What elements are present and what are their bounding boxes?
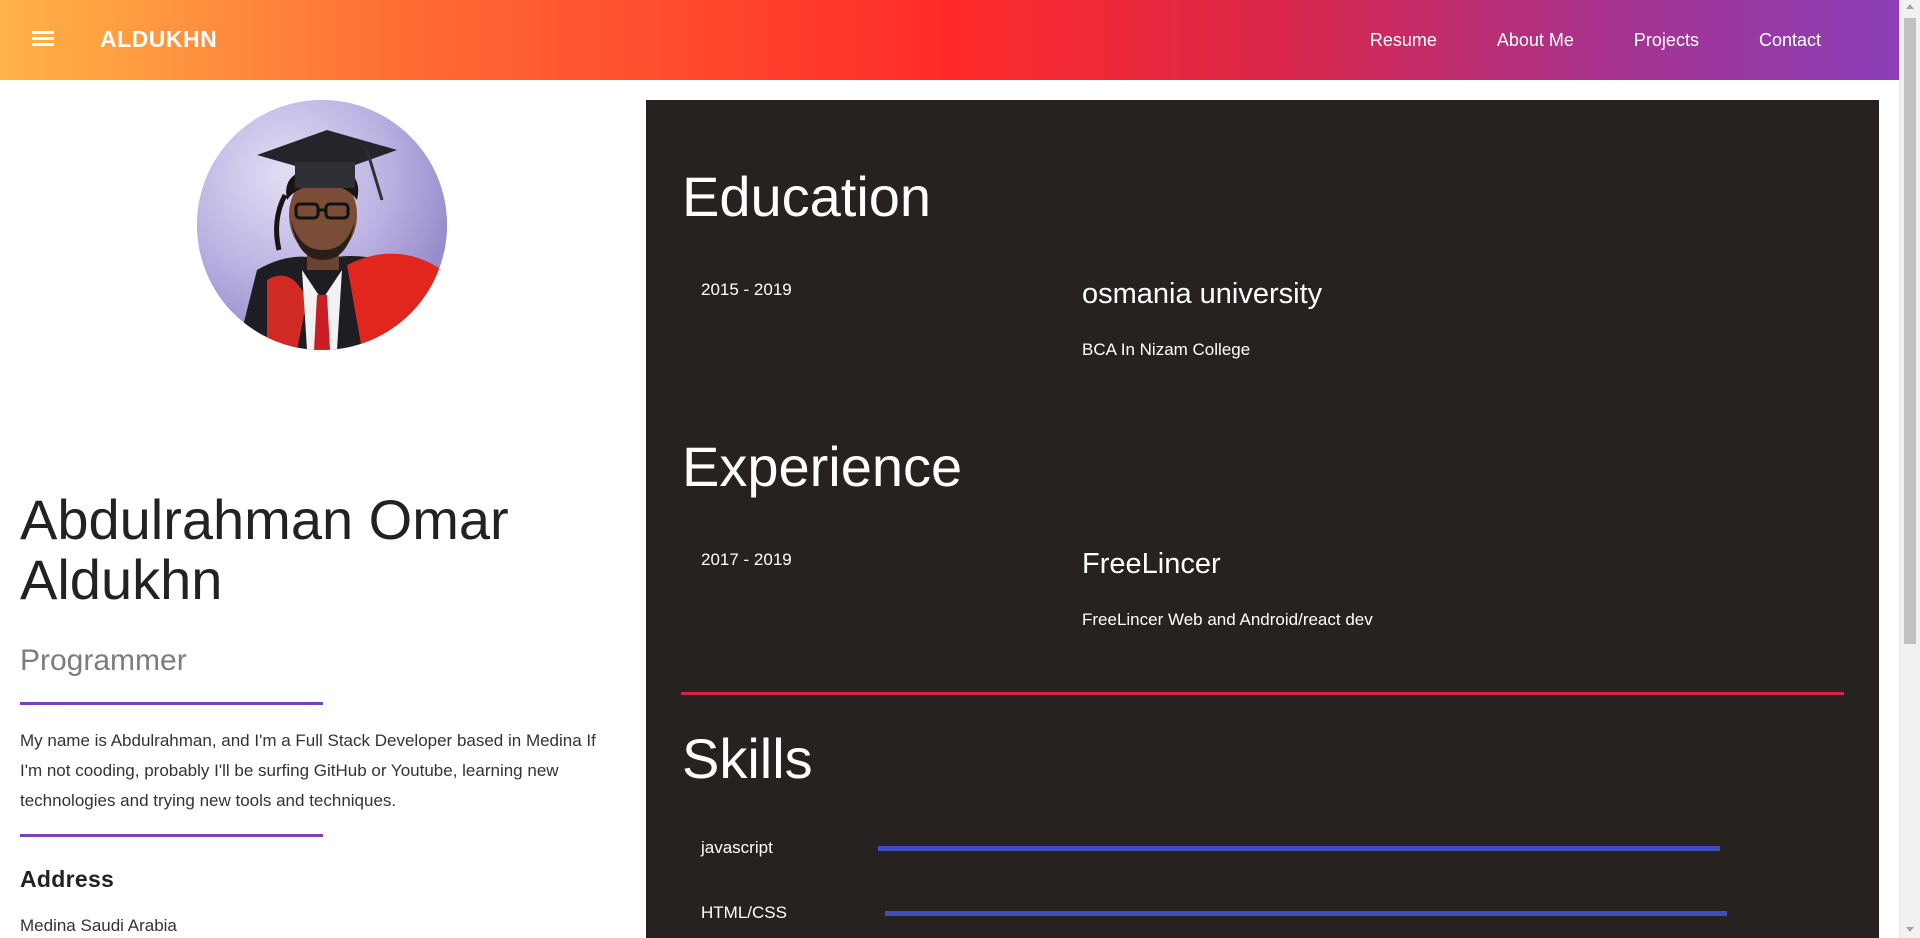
scroll-down-arrow-icon[interactable]: [1906, 927, 1914, 932]
experience-org: FreeLincer: [1082, 548, 1221, 580]
profile-bio: My name is Abdulrahman, and I'm a Full S…: [20, 731, 596, 810]
skill-bar-javascript: [878, 846, 1720, 851]
skill-bar-html-css: [885, 911, 1727, 916]
skill-label-html-css: HTML/CSS: [701, 903, 787, 922]
experience-date: 2017 - 2019: [701, 550, 792, 569]
hamburger-menu-icon[interactable]: [32, 28, 56, 52]
education-heading: Education: [682, 165, 932, 228]
education-date: 2015 - 2019: [701, 280, 792, 299]
address-heading: Address: [20, 866, 115, 892]
skill-label-javascript: javascript: [701, 838, 773, 857]
scroll-up-arrow-icon[interactable]: [1906, 4, 1914, 9]
top-nav: Resume About Me Projects Contact: [1310, 0, 1821, 80]
nav-resume[interactable]: Resume: [1370, 30, 1437, 51]
nav-projects[interactable]: Projects: [1634, 30, 1699, 51]
accent-divider: [20, 834, 323, 837]
profile-role: Programmer: [20, 644, 187, 677]
nav-about-me[interactable]: About Me: [1497, 30, 1574, 51]
brand-logo-text[interactable]: ALDUKHN: [100, 26, 217, 53]
graduate-portrait-image: [197, 100, 447, 350]
page-scrollbar[interactable]: [1899, 0, 1920, 938]
resume-panel: Education 2015 - 2019 osmania university…: [646, 100, 1879, 938]
app-bar: ALDUKHN Resume About Me Projects Contact: [0, 0, 1899, 80]
education-org: osmania university: [1082, 278, 1323, 310]
skills-heading: Skills: [682, 727, 813, 790]
section-divider: [681, 692, 1844, 695]
experience-heading: Experience: [682, 435, 963, 498]
experience-desc: FreeLincer Web and Android/react dev: [1082, 610, 1373, 629]
accent-divider: [20, 702, 323, 705]
profile-name: Abdulrahman Omar Aldukhn: [20, 488, 509, 611]
nav-contact[interactable]: Contact: [1759, 30, 1821, 51]
education-desc: BCA In Nizam College: [1082, 340, 1251, 359]
profile-avatar: [197, 100, 447, 350]
scrollbar-thumb[interactable]: [1904, 18, 1916, 644]
address-value: Medina Saudi Arabia: [20, 916, 177, 935]
